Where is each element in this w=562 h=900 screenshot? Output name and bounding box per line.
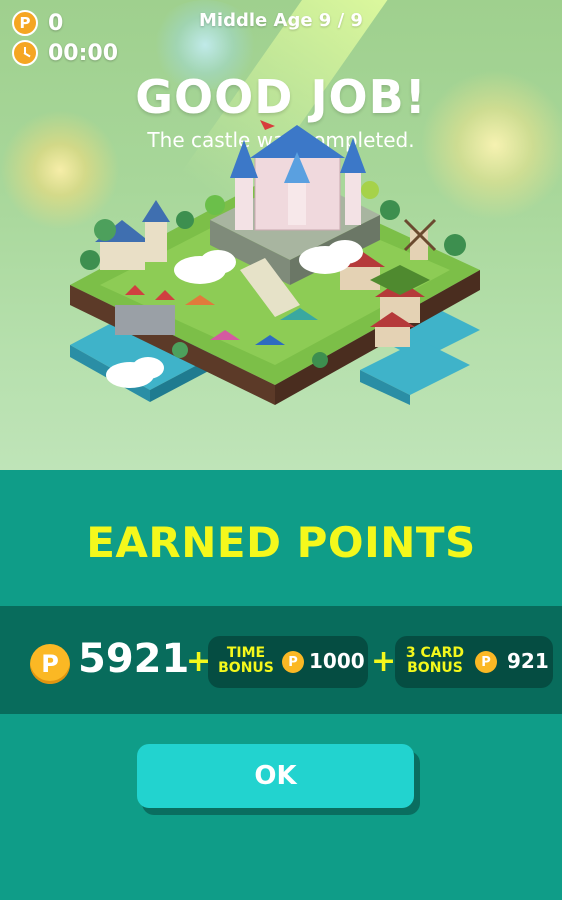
points-coin-icon: P: [30, 644, 70, 684]
earned-points-title: EARNED POINTS: [86, 518, 476, 567]
result-scene: P 0 00:00 Middle Age 9 / 9 GOOD JOB! The…: [0, 0, 562, 470]
time-bonus-coin-icon: P: [282, 651, 304, 673]
card-bonus-label: 3 CARD BONUS: [403, 646, 467, 676]
score-breakdown: P 5921 + TIME BONUS P 1000 + 3 CARD BONU…: [0, 606, 562, 714]
clock-icon: [12, 40, 38, 66]
total-points: 5921: [78, 636, 190, 682]
time-bonus-pill: TIME BONUS P 1000: [208, 636, 368, 688]
time-bonus-label-line1: TIME: [226, 645, 266, 661]
card-bonus-label-line2: BONUS: [407, 660, 463, 676]
stage-label: Middle Age 9 / 9: [199, 10, 363, 31]
castle-island-illustration: [70, 120, 480, 405]
card-bonus-label-line1: 3 CARD: [405, 645, 465, 661]
earned-points-panel: EARNED POINTS P 5921 + TIME BONUS P 1000…: [0, 470, 562, 900]
plus-sign: +: [371, 644, 397, 679]
card-bonus-coin-icon: P: [475, 651, 497, 673]
timer: 00:00: [12, 40, 118, 66]
result-title: GOOD JOB!: [135, 70, 427, 124]
timer-value: 00:00: [48, 40, 119, 66]
time-bonus-label: TIME BONUS: [218, 646, 274, 676]
time-bonus-label-line2: BONUS: [218, 660, 274, 676]
card-bonus-pill: 3 CARD BONUS P 921: [395, 636, 553, 688]
card-bonus-value: 921: [507, 649, 549, 673]
ok-button[interactable]: OK: [137, 744, 414, 808]
time-bonus-value: 1000: [309, 649, 365, 673]
